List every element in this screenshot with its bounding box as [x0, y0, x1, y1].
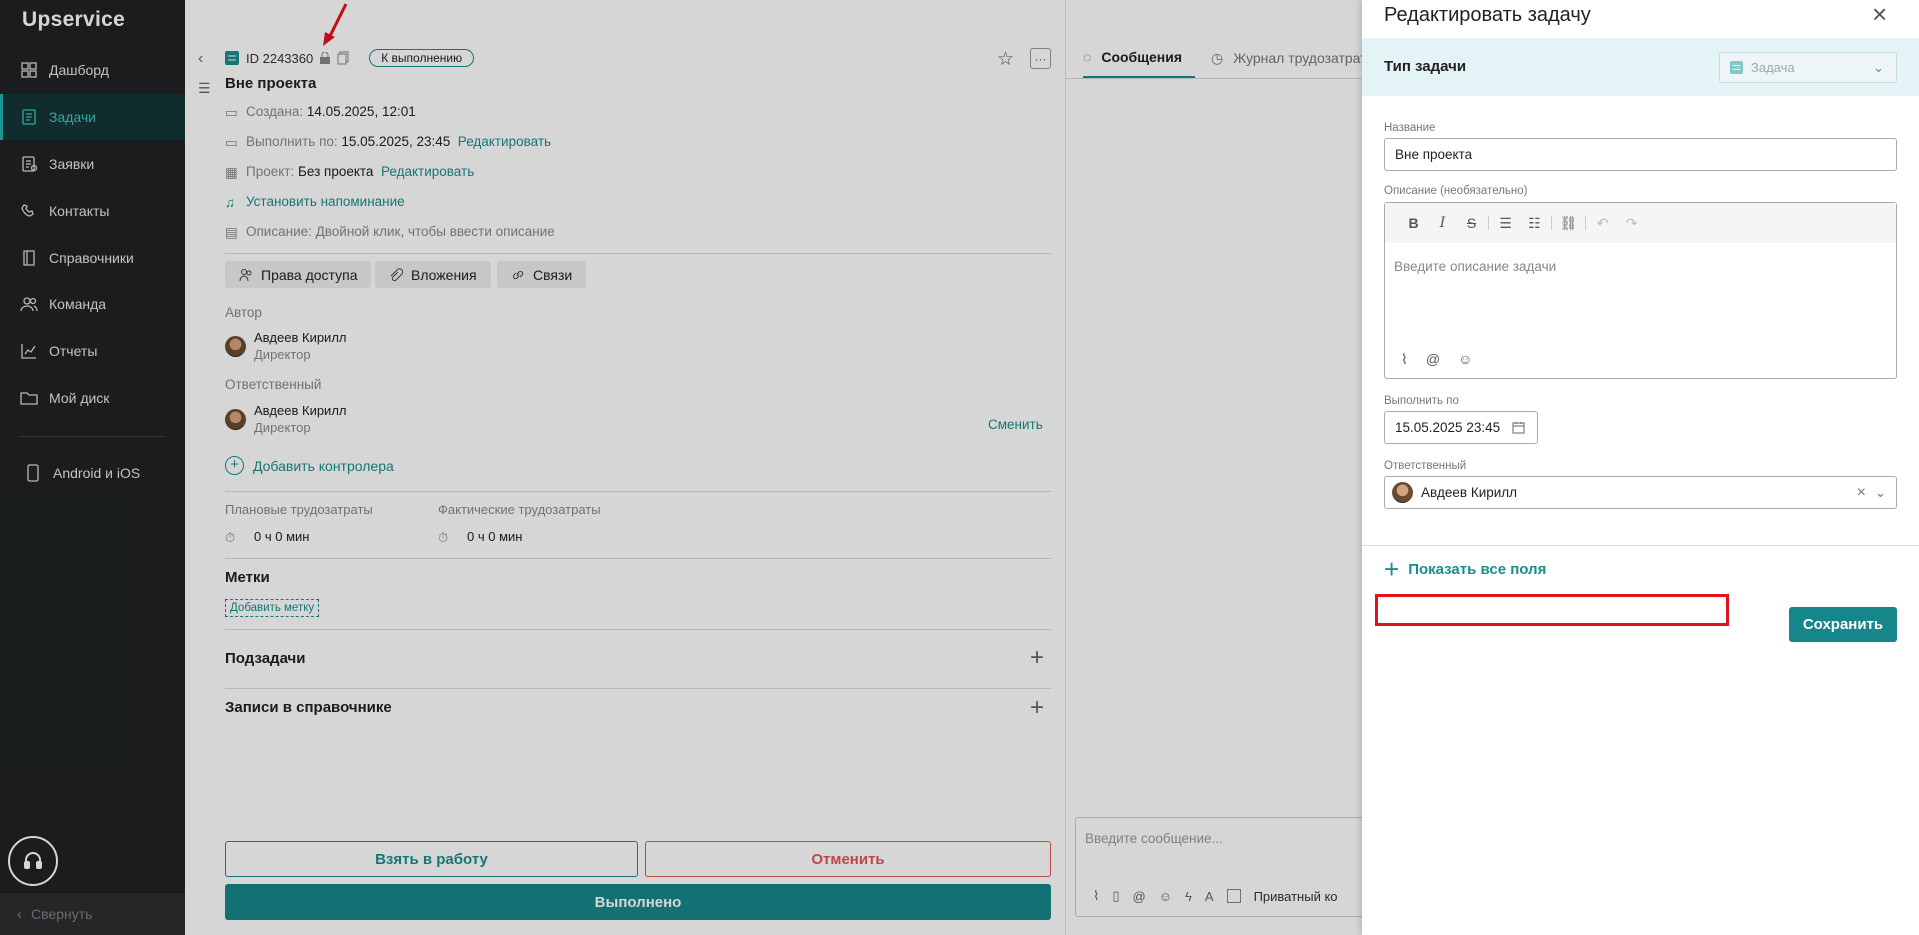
calendar-icon — [1512, 422, 1525, 434]
divider — [1362, 545, 1919, 546]
toolbar-separator — [1488, 216, 1489, 230]
assignee-select[interactable]: Авдеев Кирилл × ⌄ — [1384, 476, 1897, 509]
editor-toolbar: B I S ☰ ☷ ⛓ ↶ ↷ — [1385, 203, 1896, 243]
due-date-field[interactable]: 15.05.2025 23:45 — [1384, 411, 1538, 444]
close-icon[interactable]: × — [1872, 1, 1887, 27]
bold-icon[interactable]: B — [1399, 215, 1428, 231]
paperclip-icon[interactable]: ⌇ — [1401, 351, 1408, 368]
assignee-value: Авдеев Кирилл — [1421, 485, 1518, 500]
task-type-label: Тип задачи — [1384, 58, 1467, 75]
modal-backdrop[interactable] — [0, 0, 1362, 935]
edit-task-modal: Редактировать задачу × Тип задачи Задача… — [1362, 0, 1919, 935]
emoji-icon[interactable]: ☺ — [1458, 351, 1472, 368]
chevron-down-icon: ⌄ — [1873, 59, 1884, 75]
name-field[interactable]: Вне проекта — [1384, 138, 1897, 171]
task-type-value: Задача — [1751, 60, 1795, 75]
toolbar-separator — [1551, 216, 1552, 230]
editor-bottom-toolbar: ⌇ @ ☺ — [1401, 351, 1472, 368]
show-all-label: Показать все поля — [1408, 560, 1547, 578]
task-type-icon — [1730, 61, 1743, 74]
assignee-label: Ответственный — [1384, 460, 1467, 472]
redo-icon[interactable]: ↷ — [1617, 215, 1646, 232]
show-all-fields-button[interactable]: + Показать все поля — [1384, 554, 1547, 584]
due-date-value: 15.05.2025 23:45 — [1395, 420, 1501, 435]
due-label: Выполнить по — [1384, 395, 1459, 407]
undo-icon[interactable]: ↶ — [1588, 215, 1617, 232]
strikethrough-icon[interactable]: S — [1457, 215, 1486, 231]
mention-icon[interactable]: @ — [1426, 351, 1440, 368]
name-label: Название — [1384, 122, 1436, 134]
description-placeholder: Введите описание задачи — [1394, 259, 1557, 274]
plus-icon: + — [1384, 554, 1400, 584]
numbered-list-icon[interactable]: ☷ — [1520, 215, 1549, 232]
bullet-list-icon[interactable]: ☰ — [1491, 215, 1520, 232]
link-icon[interactable]: ⛓ — [1554, 215, 1583, 232]
chevron-down-icon[interactable]: ⌄ — [1875, 485, 1886, 501]
toolbar-separator — [1585, 216, 1586, 230]
annotation-highlight-box — [1375, 594, 1729, 626]
app-root: Upservice Дашборд Задачи Заявки Контакты… — [0, 0, 1919, 935]
description-editor[interactable]: B I S ☰ ☷ ⛓ ↶ ↷ Введите описание задачи … — [1384, 202, 1897, 379]
modal-title: Редактировать задачу — [1384, 4, 1591, 26]
avatar — [1392, 482, 1413, 503]
task-type-select[interactable]: Задача ⌄ — [1719, 52, 1897, 83]
italic-icon[interactable]: I — [1428, 215, 1457, 231]
clear-icon[interactable]: × — [1857, 484, 1866, 502]
save-button[interactable]: Сохранить — [1789, 607, 1897, 642]
description-label: Описание (необязательно) — [1384, 185, 1528, 197]
